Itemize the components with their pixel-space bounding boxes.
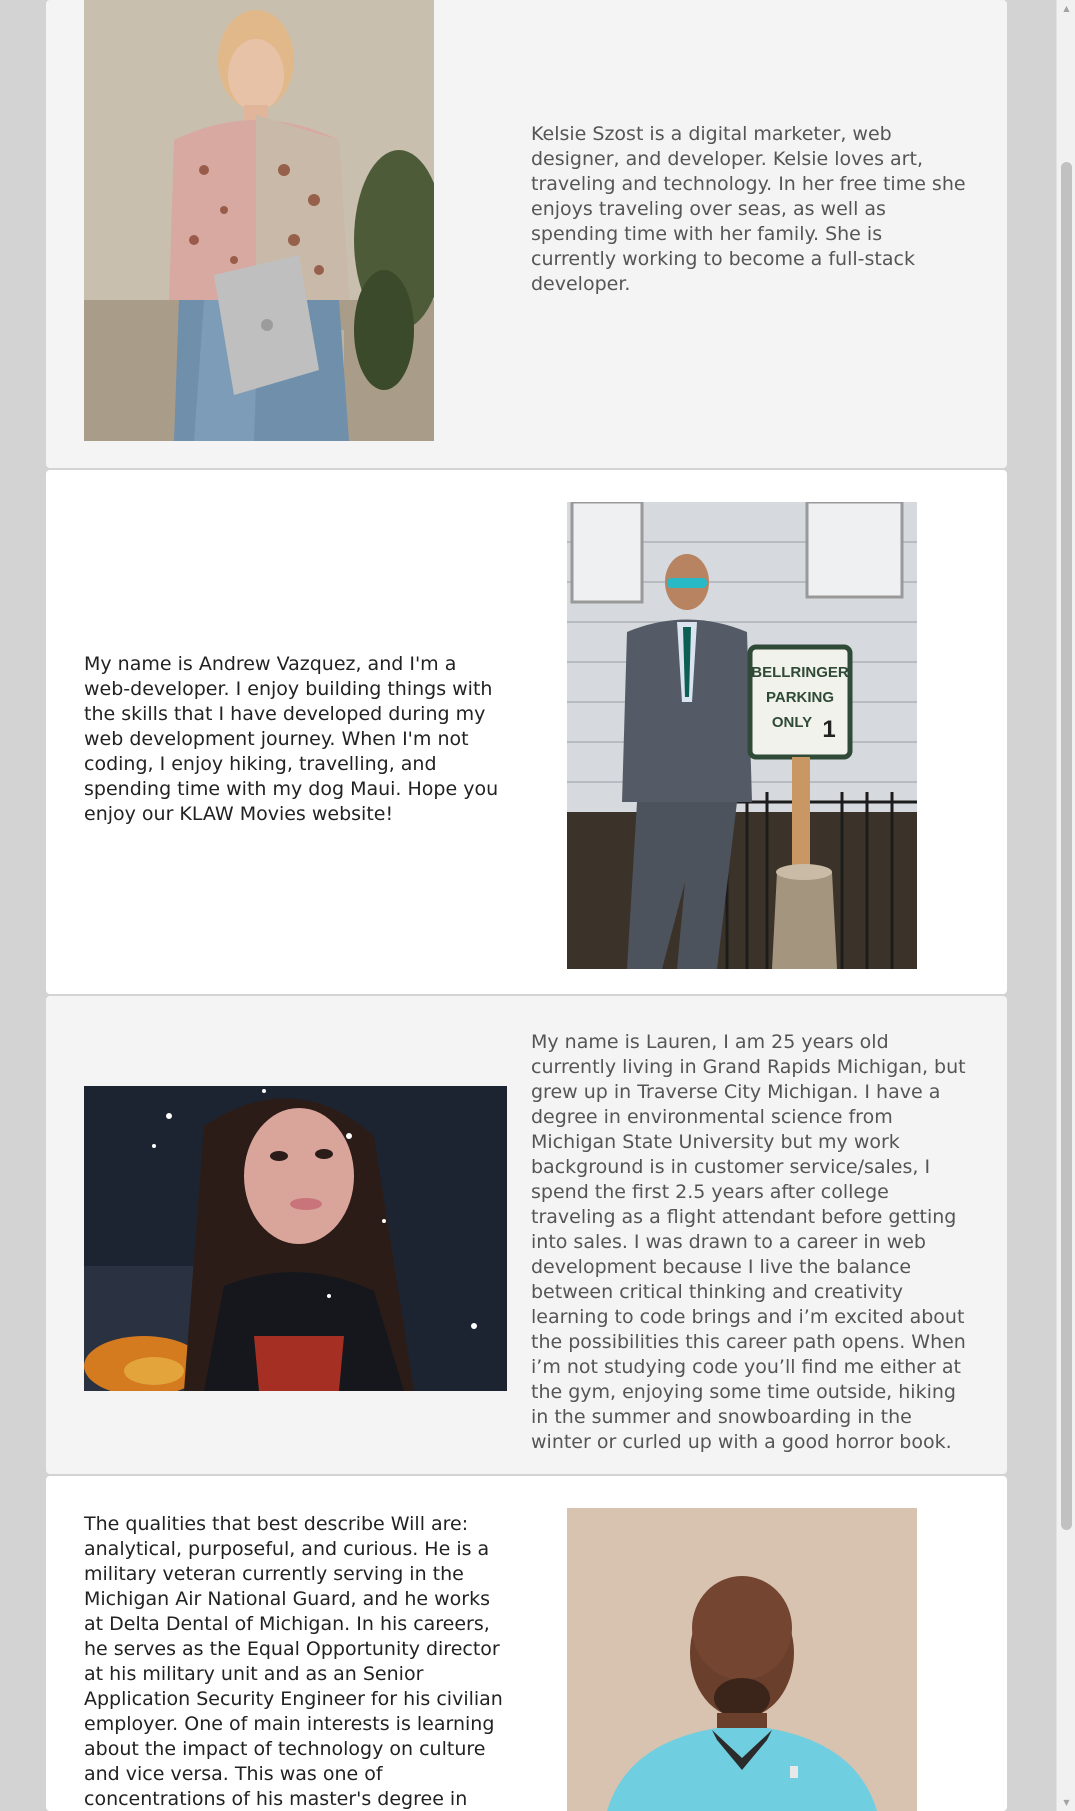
team-card-kelsie: Kelsie Szost is a digital marketer, web …: [46, 0, 1007, 468]
scrollbar-thumb[interactable]: [1061, 162, 1072, 1530]
sign-line-1: BELLRINGER: [751, 664, 849, 681]
sign-line-2: PARKING: [766, 689, 834, 706]
kelsie-photo: [84, 0, 434, 441]
lauren-bio: My name is Lauren, I am 25 years old cur…: [531, 1031, 966, 1453]
andrew-bio: My name is Andrew Vazquez, and I'm a web…: [84, 653, 499, 825]
triangle-up-icon[interactable]: ▲: [1057, 0, 1075, 17]
will-bio: The qualities that best describe Will ar…: [84, 1513, 503, 1810]
team-card-lauren: My name is Lauren, I am 25 years old cur…: [46, 996, 1007, 1474]
about-team-section: Kelsie Szost is a digital marketer, web …: [46, 0, 1007, 1811]
triangle-down-icon[interactable]: ▼: [1057, 1794, 1075, 1811]
page-scrollbar[interactable]: ▲ ▼: [1056, 0, 1075, 1811]
will-photo: [567, 1508, 917, 1811]
sign-number: 1: [822, 716, 835, 743]
kelsie-bio: Kelsie Szost is a digital marketer, web …: [531, 123, 966, 295]
sign-line-3: ONLY: [772, 714, 812, 731]
andrew-photo: BELLRINGER PARKING ONLY 1: [567, 502, 917, 969]
team-card-andrew: My name is Andrew Vazquez, and I'm a web…: [46, 470, 1007, 994]
lauren-photo: [84, 1086, 507, 1391]
team-card-will: The qualities that best describe Will ar…: [46, 1476, 1007, 1811]
